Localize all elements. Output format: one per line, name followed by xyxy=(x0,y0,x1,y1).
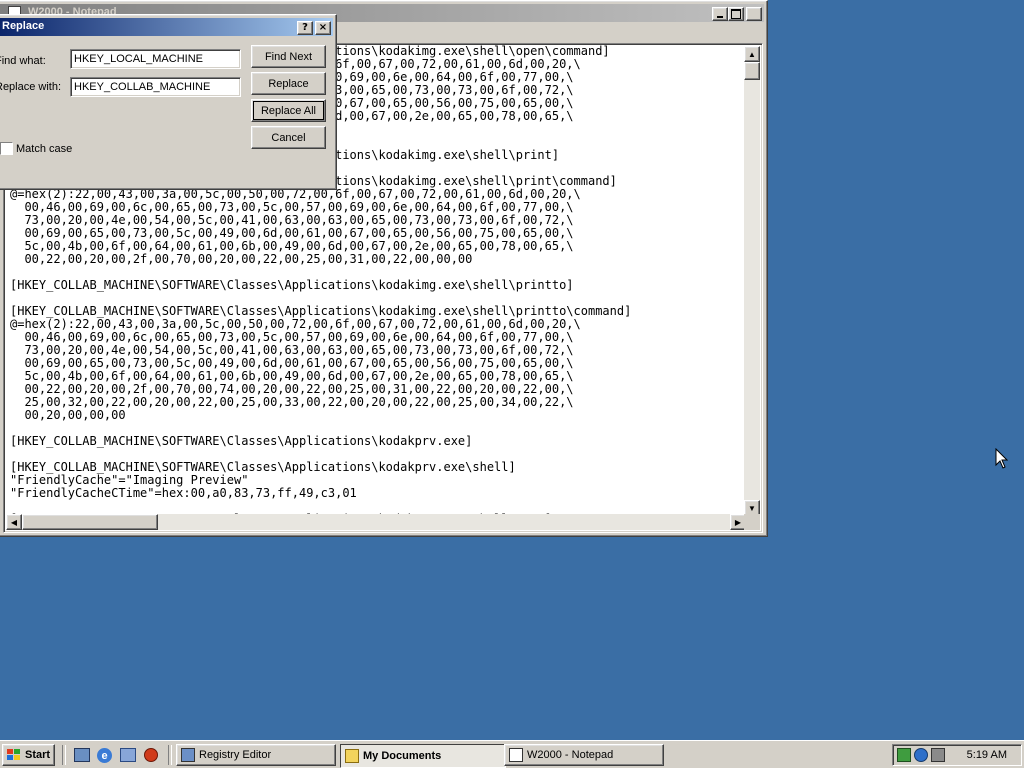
find-what-input[interactable]: HKEY_LOCAL_MACHINE xyxy=(70,49,241,69)
match-case-label: Match case xyxy=(16,143,73,155)
minimize-button[interactable] xyxy=(712,7,728,21)
vertical-scrollbar[interactable]: ▲ ▼ xyxy=(744,46,760,516)
internet-explorer-icon[interactable]: e xyxy=(97,748,112,763)
match-case-checkbox[interactable] xyxy=(0,142,13,155)
notepad-icon xyxy=(509,748,523,762)
task-label: W2000 - Notepad xyxy=(527,749,614,761)
replace-all-button[interactable]: Replace All xyxy=(251,99,326,122)
minimize-icon xyxy=(717,16,723,18)
mouse-cursor xyxy=(995,448,1008,469)
task-label: My Documents xyxy=(363,750,442,762)
find-next-button[interactable]: Find Next xyxy=(251,45,326,68)
maximize-icon xyxy=(731,9,741,19)
task-label: Registry Editor xyxy=(199,749,272,761)
clock[interactable]: 5:19 AM xyxy=(967,749,1007,761)
arrow-up-icon: ▲ xyxy=(748,49,756,59)
vertical-scroll-thumb[interactable] xyxy=(744,62,760,80)
replace-with-label: Replace with: xyxy=(0,81,62,93)
media-player-icon[interactable] xyxy=(144,748,158,762)
taskbar: Start e Registry Editor My Documents W20… xyxy=(0,740,1024,768)
replace-title: Replace xyxy=(2,20,45,32)
replace-with-input[interactable]: HKEY_COLLAB_MACHINE xyxy=(70,77,241,97)
replace-dialog[interactable]: Replace ? × Find what: HKEY_LOCAL_MACHIN… xyxy=(0,14,337,190)
system-tray: 5:19 AM xyxy=(892,744,1022,766)
start-button[interactable]: Start xyxy=(2,744,55,766)
horizontal-scrollbar[interactable]: ◀ ▶ xyxy=(6,514,746,530)
scroll-up-button[interactable]: ▲ xyxy=(744,46,760,62)
outlook-express-icon[interactable] xyxy=(120,748,136,762)
windows-logo-icon xyxy=(7,748,21,762)
globe-icon[interactable] xyxy=(914,748,928,762)
cancel-button[interactable]: Cancel xyxy=(251,126,326,149)
quick-launch-separator xyxy=(62,745,66,765)
show-desktop-icon[interactable] xyxy=(74,748,90,762)
maximize-button[interactable] xyxy=(728,7,744,21)
dialog-close-button[interactable]: × xyxy=(315,21,331,35)
replace-button[interactable]: Replace xyxy=(251,72,326,95)
network-icon[interactable] xyxy=(897,748,911,762)
close-button[interactable]: ✕ xyxy=(746,7,762,21)
volume-icon[interactable] xyxy=(931,748,945,762)
task-my-documents[interactable]: My Documents xyxy=(340,744,506,768)
horizontal-scroll-thumb[interactable] xyxy=(22,514,158,530)
close-icon: × xyxy=(318,22,328,33)
scroll-left-button[interactable]: ◀ xyxy=(6,514,22,530)
close-icon: ✕ xyxy=(749,8,759,19)
arrow-right-icon: ▶ xyxy=(734,517,742,527)
arrow-down-icon: ▼ xyxy=(748,503,756,513)
replace-title-bar[interactable]: Replace ? × xyxy=(0,18,333,36)
arrow-left-icon: ◀ xyxy=(10,517,18,527)
start-label: Start xyxy=(25,749,51,761)
help-icon: ? xyxy=(302,22,308,33)
help-button[interactable]: ? xyxy=(297,21,313,35)
task-registry-editor[interactable]: Registry Editor xyxy=(176,744,336,766)
size-grip[interactable] xyxy=(744,514,760,530)
registry-editor-icon xyxy=(181,748,195,762)
find-what-label: Find what: xyxy=(0,55,46,67)
task-separator xyxy=(168,745,172,765)
folder-icon xyxy=(345,749,359,763)
task-notepad[interactable]: W2000 - Notepad xyxy=(504,744,664,766)
